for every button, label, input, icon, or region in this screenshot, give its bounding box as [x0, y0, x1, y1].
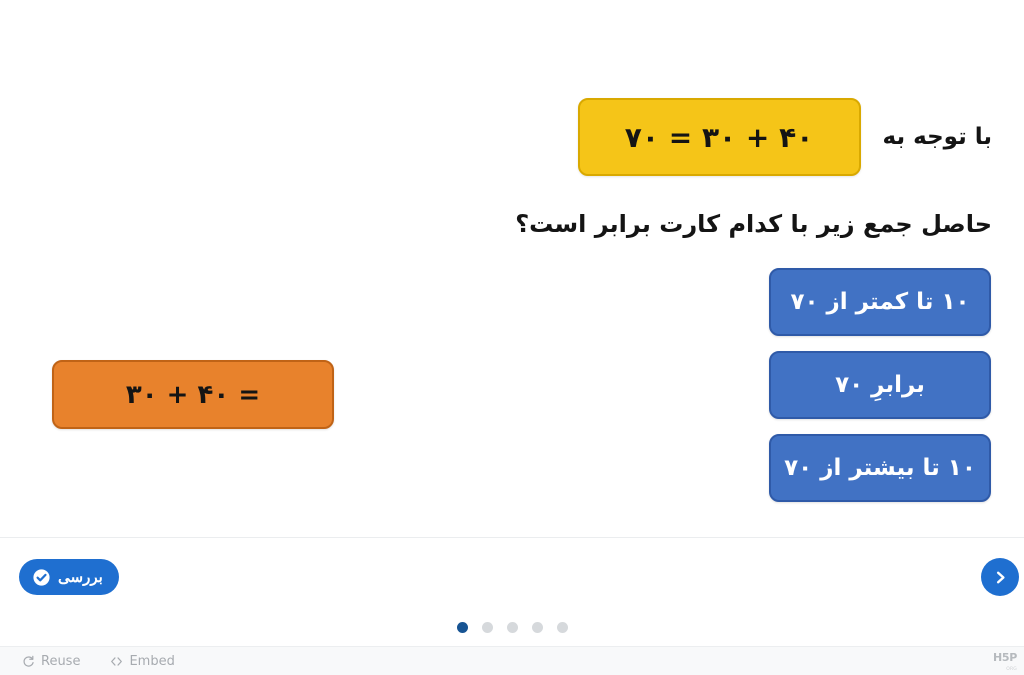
answer-option-3[interactable]: ۱۰ تا بیشتر از ۷۰: [769, 434, 991, 502]
reference-equation-card: ۴۰ + ۳۰ = ۷۰: [577, 98, 861, 176]
check-button-label: بررسی: [58, 569, 103, 586]
sum-expression-text: = ۴۰ + ۳۰: [125, 379, 261, 410]
action-bar: بررسی: [0, 537, 1024, 646]
question-slide: ۴۰ + ۳۰ = ۷۰ با توجه به حاصل جمع زیر با …: [0, 0, 1024, 537]
next-slide-button[interactable]: [981, 558, 1019, 596]
h5p-activity-root: ۴۰ + ۳۰ = ۷۰ با توجه به حاصل جمع زیر با …: [0, 0, 1024, 675]
embed-label: Embed: [129, 653, 175, 669]
reference-equation-text: ۴۰ + ۳۰ = ۷۰: [624, 120, 814, 154]
h5p-logo-subtext: ORG: [1006, 667, 1017, 672]
check-button[interactable]: بررسی: [19, 559, 119, 595]
chevron-right-icon: [992, 569, 1009, 586]
prompt-row: ۴۰ + ۳۰ = ۷۰ با توجه به: [577, 98, 992, 176]
embed-button[interactable]: Embed: [110, 653, 175, 669]
reuse-refresh-icon: [22, 655, 35, 668]
answer-option-label: ۱۰ تا کمتر از ۷۰: [790, 289, 970, 315]
answer-option-label: ۱۰ تا بیشتر از ۷۰: [784, 455, 976, 481]
answer-option-1[interactable]: ۱۰ تا کمتر از ۷۰: [769, 268, 991, 336]
intro-text: با توجه به: [882, 124, 992, 150]
h5p-footer-bar: Reuse Embed H5P ORG: [0, 646, 1024, 675]
question-text: حاصل جمع زیر با کدام کارت برابر است؟: [515, 210, 992, 238]
progress-dot-4[interactable]: [531, 622, 543, 633]
progress-dot-5[interactable]: [556, 622, 568, 633]
progress-dot-2[interactable]: [481, 622, 493, 633]
progress-dot-1[interactable]: [456, 622, 468, 633]
answer-option-2[interactable]: برابرِ ۷۰: [769, 351, 991, 419]
answer-option-label: برابرِ ۷۰: [835, 372, 925, 398]
sum-expression-card[interactable]: = ۴۰ + ۳۰: [52, 360, 334, 429]
code-brackets-icon: [110, 655, 123, 668]
h5p-logo-text: H5P: [992, 651, 1017, 664]
h5p-logo[interactable]: H5P ORG: [993, 652, 1017, 675]
slide-progress-dots: [0, 622, 1024, 633]
answer-options-list: ۱۰ تا کمتر از ۷۰ برابرِ ۷۰ ۱۰ تا بیشتر ا…: [769, 268, 991, 502]
check-circle-icon: [33, 568, 50, 586]
reuse-label: Reuse: [41, 653, 81, 669]
progress-dot-3[interactable]: [506, 622, 518, 633]
reuse-button[interactable]: Reuse: [22, 654, 80, 669]
